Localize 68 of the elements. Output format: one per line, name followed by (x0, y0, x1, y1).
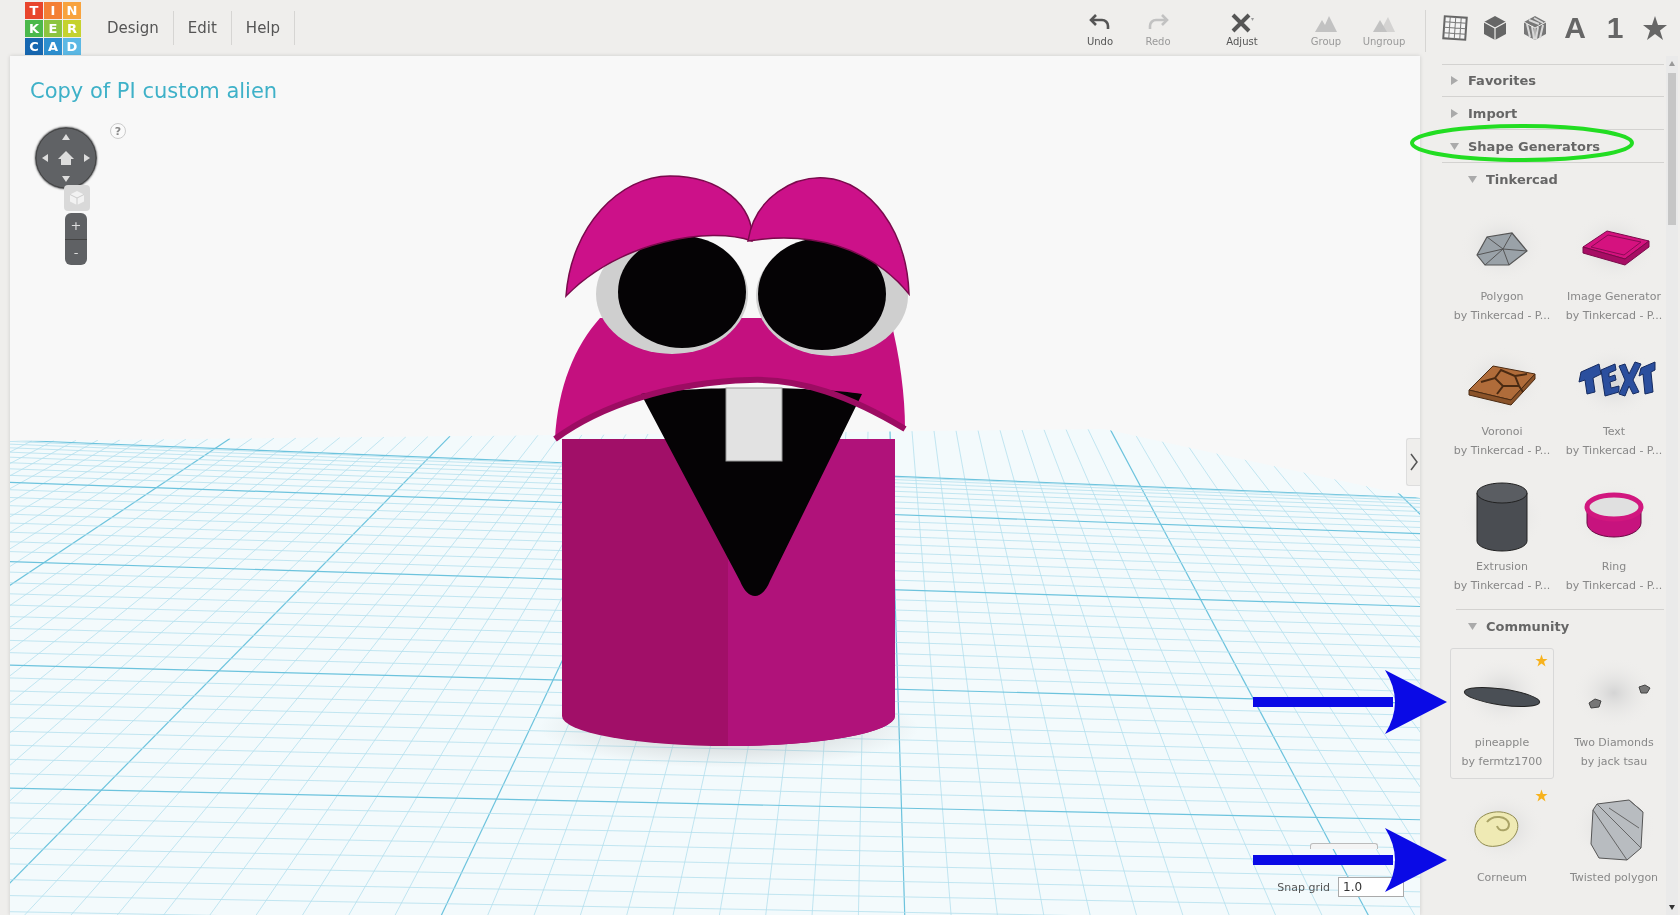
shape-name: Corneum (1476, 870, 1528, 886)
zoom-out-button[interactable]: - (65, 238, 87, 265)
menu-item[interactable]: Help (231, 11, 296, 45)
undo-button[interactable]: Undo (1071, 0, 1129, 47)
shape-author: by fermtz1700 (1461, 754, 1543, 770)
logo-tile: E (44, 20, 62, 37)
shape-name: Twisted polygon (1569, 870, 1659, 886)
shape-author: by jack tsau (1580, 754, 1648, 770)
shape-card[interactable]: Ring by Tinkercad - P... (1562, 472, 1666, 603)
shape-author: by Tinkercad - P... (1453, 578, 1551, 594)
shape-author: by Tinkercad - P... (1453, 443, 1551, 459)
shape-card[interactable]: Voronoi by Tinkercad - P... (1450, 337, 1554, 468)
logo-tile: T (25, 2, 43, 19)
shape-thumbnail-drawing (1468, 365, 1536, 406)
shape-card[interactable]: Twisted polygon (1562, 783, 1666, 914)
library-subsection-header[interactable]: Community (1456, 609, 1664, 642)
shape-author: by Tinkercad - P... (1565, 308, 1663, 324)
shape-card[interactable]: Corneum (1450, 783, 1554, 914)
logo-tile: K (25, 20, 43, 37)
logo-tile: C (25, 38, 43, 55)
logo-tile: A (44, 38, 62, 55)
shape-category-button[interactable]: A (1560, 11, 1590, 45)
shape-card[interactable]: Text by Tinkercad - P... (1562, 337, 1666, 468)
shape-thumbnail-drawing (1584, 492, 1644, 538)
library-subsection-header[interactable]: Tinkercad (1442, 163, 1664, 196)
zoom-in-button[interactable]: + (65, 213, 87, 239)
library-section-header[interactable]: Shape Generators (1442, 130, 1664, 163)
shape-author: by Tinkercad - P... (1565, 578, 1663, 594)
shape-author: by Tinkercad - P... (1565, 443, 1663, 459)
shape-name: Voronoi (1481, 424, 1523, 440)
help-button[interactable]: ? (110, 123, 126, 139)
shape-card[interactable]: pineapple by fermtz1700 (1450, 648, 1554, 779)
logo-tile: R (63, 20, 81, 37)
orbit-control-icon[interactable] (35, 127, 97, 189)
shape-thumbnail-drawing (1474, 811, 1519, 847)
shape-thumbnail-drawing (1476, 482, 1528, 552)
shape-name: pineapple (1474, 735, 1530, 751)
logo-tile: N (63, 2, 81, 19)
logo-tile: D (63, 38, 81, 55)
chevron-right-icon (1409, 453, 1418, 471)
snap-grid-field[interactable]: 1.0 (1338, 877, 1404, 897)
menu-item[interactable]: Edit (173, 11, 232, 45)
shape-name: Two Diamonds (1574, 735, 1654, 751)
design-title: Copy of PI custom alien (30, 79, 278, 103)
shape-card[interactable]: Image Generator by Tinkercad - P... (1562, 202, 1666, 333)
adjust-button[interactable]: Adjust (1187, 0, 1297, 47)
shape-name: Image Generator (1567, 289, 1661, 305)
shape-card[interactable]: Two Diamonds by jack tsau (1562, 648, 1666, 779)
shape-thumbnail-drawing (1588, 684, 1651, 709)
shape-thumbnail-drawing (1590, 799, 1644, 861)
logo-tile: I (44, 2, 62, 19)
cube-icon (69, 190, 85, 206)
shape-thumbnail-drawing (1476, 232, 1528, 266)
shape-card[interactable]: Extrusion by Tinkercad - P... (1450, 472, 1554, 603)
library-section-header[interactable]: Import (1442, 97, 1664, 130)
shape-name: Text (1602, 424, 1626, 440)
shape-name: Extrusion (1476, 559, 1528, 575)
shape-author: by Tinkercad - P... (1453, 308, 1551, 324)
menu-item[interactable]: Design (93, 11, 174, 45)
shape-card[interactable]: Polygon by Tinkercad - P... (1450, 202, 1554, 333)
shape-name: Ring (1601, 559, 1627, 575)
collapse-panel-button[interactable] (1406, 438, 1420, 486)
snap-grid-label: Snap grid (1277, 880, 1330, 894)
shape-name: Polygon (1480, 289, 1524, 305)
shape-category-button[interactable]: 1 (1600, 11, 1630, 45)
library-section-header[interactable]: Favorites (1442, 64, 1664, 97)
ruler-pencil-icon (1230, 12, 1254, 34)
shape-thumbnail-drawing (1582, 230, 1650, 266)
